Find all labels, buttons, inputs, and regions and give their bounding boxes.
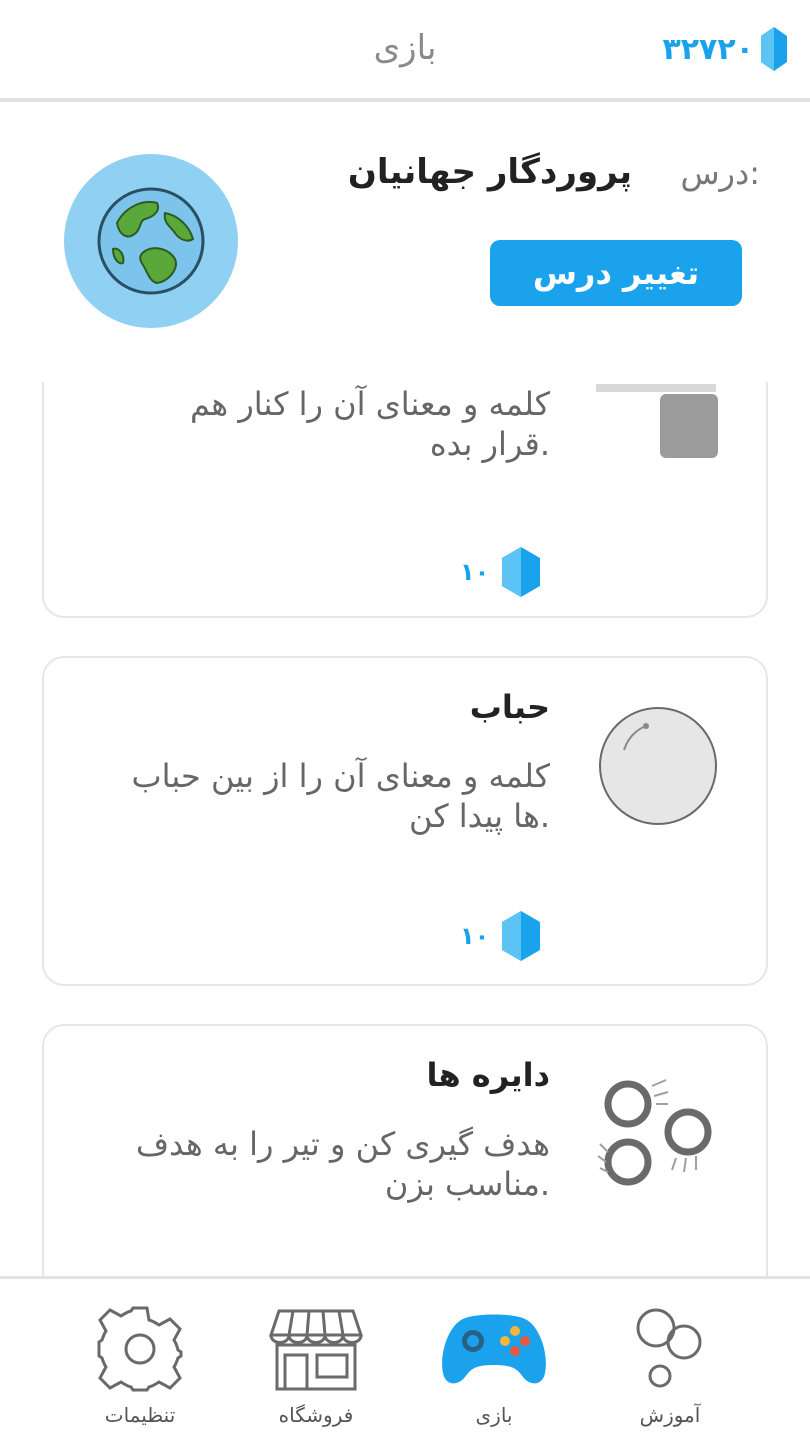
nav-label: تنظیمات — [104, 1403, 176, 1427]
game-card-bubble[interactable]: حباب کلمه و معنای آن را از بین حباب ها پ… — [42, 656, 768, 986]
gamepad-icon — [442, 1314, 546, 1384]
gear-icon — [97, 1306, 183, 1392]
game-card-circles[interactable]: دایره ها هدف گیری کن و تیر را به هدف منا… — [42, 1024, 768, 1276]
learn-circles-icon — [636, 1308, 702, 1388]
nav-item-game[interactable]: بازی — [414, 1279, 574, 1439]
game-description: هدف گیری کن و تیر را به هدف مناسب بزن. — [135, 1125, 550, 1203]
game-title: حباب — [469, 688, 550, 726]
nav-item-learn[interactable]: آموزش — [590, 1279, 750, 1439]
bottom-nav: آموزش بازی فروشگاه تنظیمات — [0, 1276, 810, 1440]
top-bar: بازی ۳۲۷۲۰ — [0, 0, 810, 102]
store-icon — [269, 1309, 363, 1391]
reward-amount: ۱۰ — [460, 922, 490, 950]
coin-count: ۳۲۷۲۰ — [662, 31, 754, 67]
nav-item-store[interactable]: فروشگاه — [236, 1279, 396, 1439]
lesson-label: درس: — [680, 154, 760, 192]
reward-amount: ۱۰ — [460, 558, 490, 586]
bubble-icon — [596, 704, 720, 832]
game-reward: ۱۰ — [460, 546, 541, 598]
game-card-matching[interactable]: کلمه و معنای آن را کنار هم قرار بده. ۱۰ — [42, 382, 768, 618]
lesson-name: پروردگار جهانیان — [347, 152, 632, 192]
game-reward: ۱۰ — [460, 910, 541, 962]
gem-icon — [761, 27, 787, 71]
lesson-header: درس: پروردگار جهانیان تغییر درس — [0, 106, 810, 382]
nav-label: آموزش — [639, 1403, 701, 1427]
globe-icon — [97, 187, 205, 295]
game-list[interactable]: کلمه و معنای آن را کنار هم قرار بده. ۱۰ … — [0, 382, 810, 1276]
game-description: کلمه و معنای آن را کنار هم قرار بده. — [190, 385, 550, 463]
lesson-avatar — [64, 154, 238, 328]
game-description: کلمه و معنای آن را از بین حباب ها پیدا ک… — [131, 757, 550, 835]
nav-label: بازی — [475, 1403, 513, 1427]
change-lesson-button[interactable]: تغییر درس — [490, 240, 742, 306]
game-title: دایره ها — [426, 1056, 550, 1094]
circles-icon — [596, 1074, 720, 1194]
gem-icon — [502, 911, 541, 961]
nav-item-settings[interactable]: تنظیمات — [60, 1279, 220, 1439]
gem-icon — [502, 547, 541, 597]
coin-balance[interactable]: ۳۲۷۲۰ — [662, 26, 788, 72]
nav-label: فروشگاه — [278, 1403, 354, 1427]
matching-cards-icon — [596, 384, 720, 468]
